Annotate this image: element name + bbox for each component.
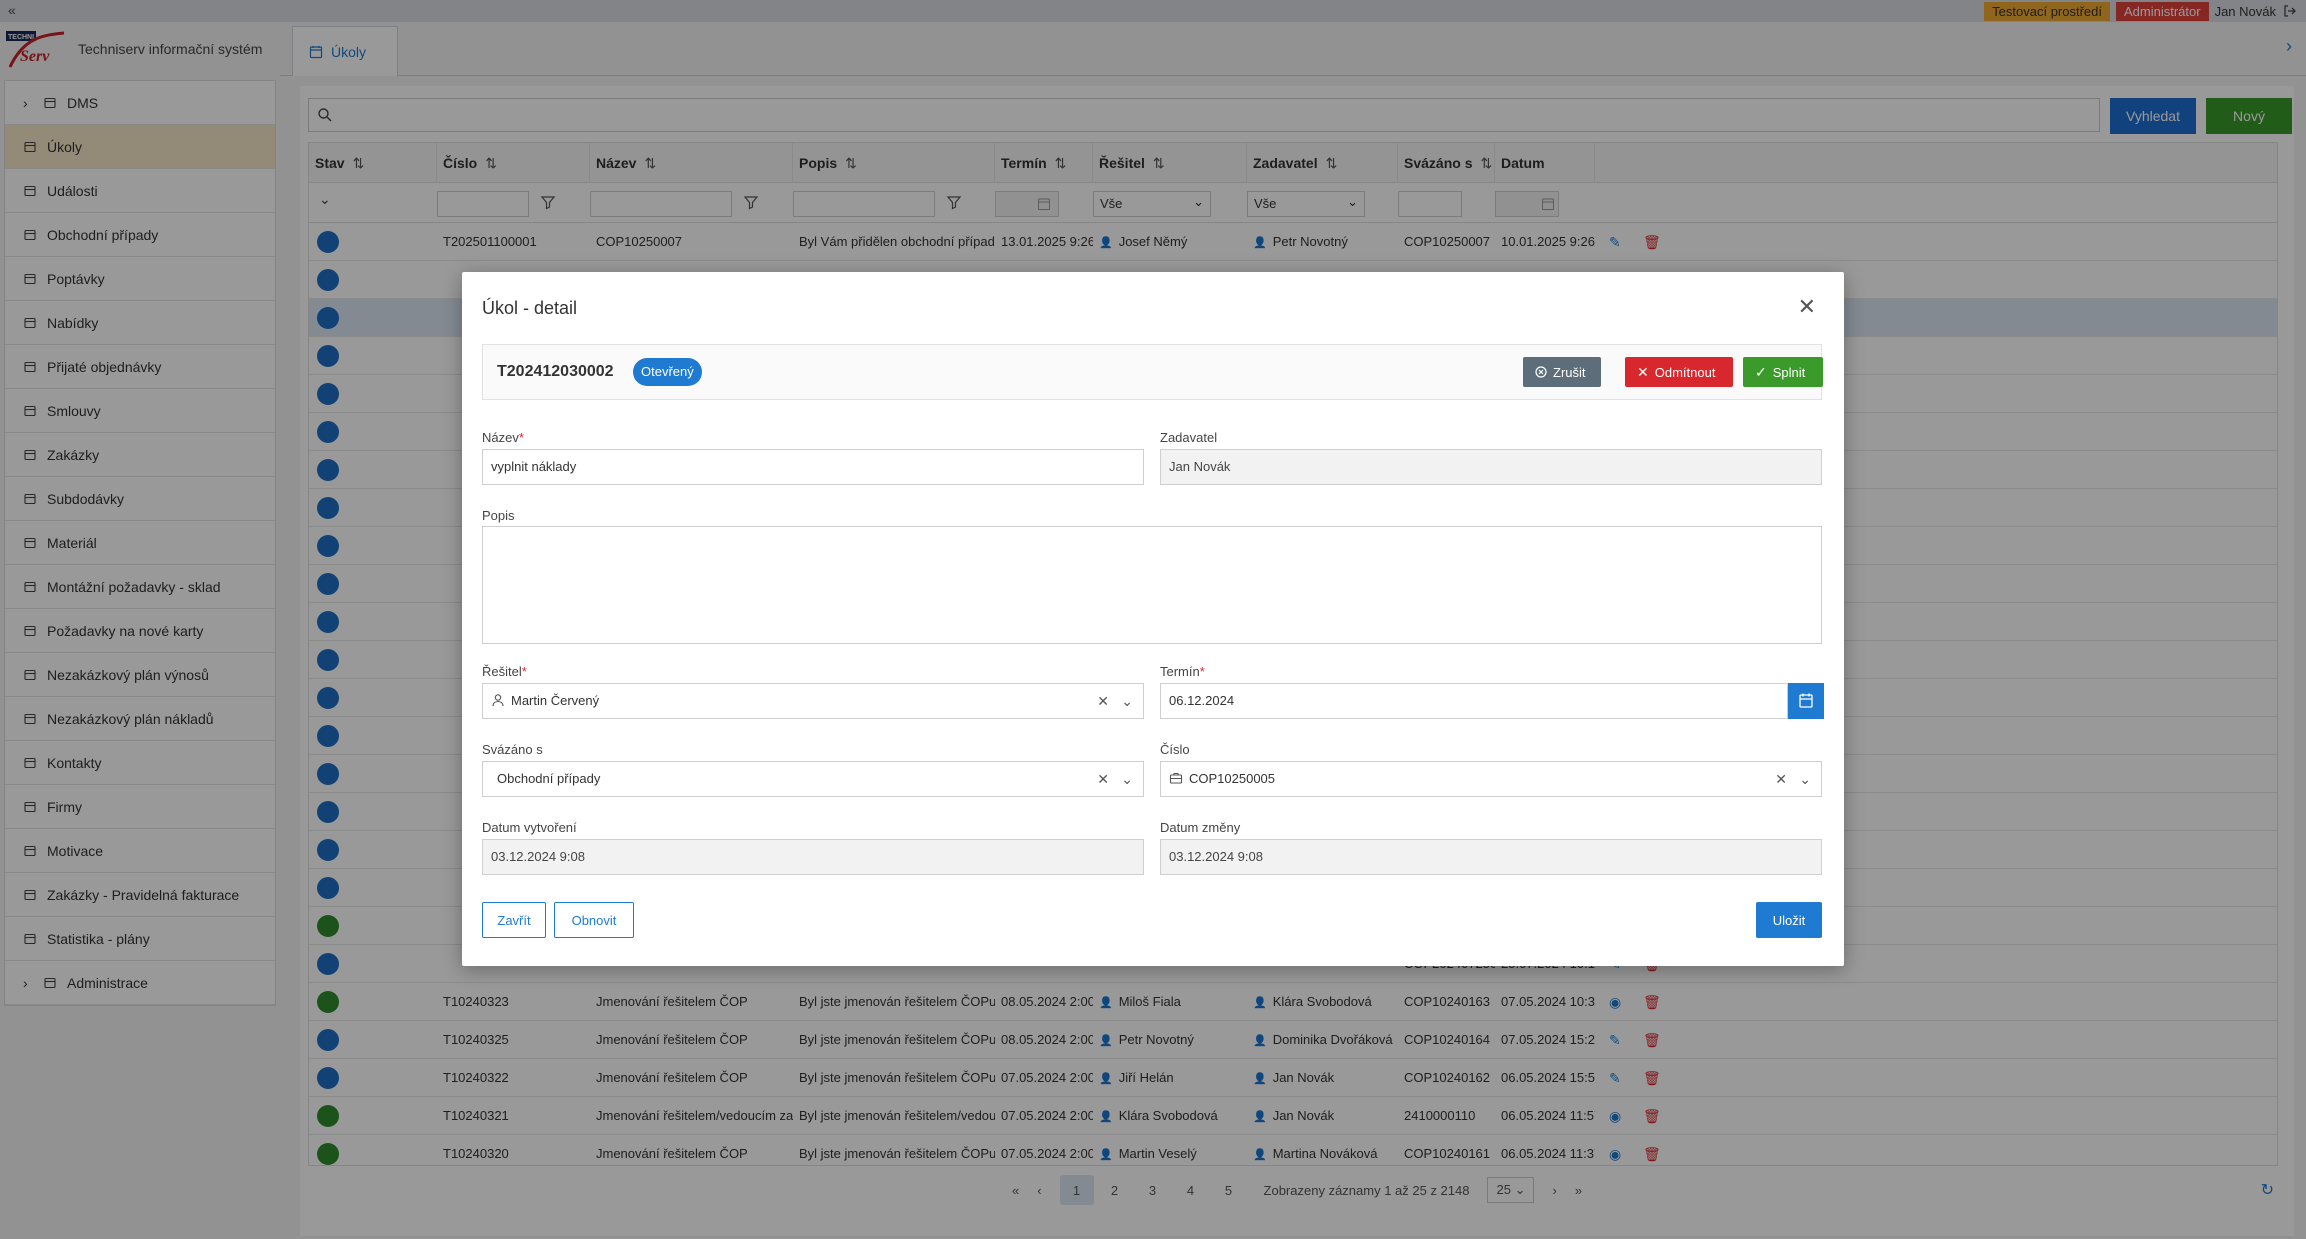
datum-vytvoreni-field: 03.12.2024 9:08 [482, 839, 1144, 875]
resitel-label-text: Řešitel [482, 664, 522, 679]
ticket-id: T202412030002 [497, 363, 614, 380]
user-icon [492, 694, 504, 707]
zadavatel-field: Jan Novák [1160, 449, 1822, 485]
svazano-label: Svázáno s [482, 742, 543, 757]
chevron-down-icon[interactable]: ⌄ [1121, 762, 1133, 796]
complete-task-button[interactable]: ✓ Splnit [1743, 357, 1823, 387]
chevron-down-icon[interactable]: ⌄ [1799, 762, 1811, 796]
required-marker: * [521, 664, 527, 679]
datum-zmeny-label: Datum změny [1160, 820, 1241, 835]
required-marker: * [1199, 664, 1205, 679]
cancel-circle-icon [1535, 366, 1547, 378]
clear-icon[interactable]: ✕ [1097, 684, 1109, 718]
popis-textarea[interactable] [482, 526, 1822, 644]
termin-label: Termín* [1160, 664, 1205, 679]
resitel-label: Řešitel* [482, 664, 527, 679]
clear-icon[interactable]: ✕ [1775, 762, 1787, 796]
clear-icon[interactable]: ✕ [1097, 762, 1109, 796]
cislo-label: Číslo [1160, 742, 1190, 757]
resitel-select[interactable]: Martin Červený ✕ ⌄ [482, 683, 1144, 719]
calendar-icon [1799, 693, 1813, 708]
required-marker: * [518, 430, 524, 445]
zadavatel-label: Zadavatel [1160, 430, 1218, 445]
task-detail-modal: Úkol - detail ✕ T202412030002 Otevřený Z… [462, 272, 1844, 966]
svazano-value: Obchodní případy [497, 771, 601, 786]
termin-input[interactable]: 06.12.2024 [1160, 683, 1788, 719]
close-icon[interactable]: ✕ [1798, 296, 1816, 318]
app-window: « Testovací prostředí Administrátor Jan … [0, 0, 2306, 1239]
chevron-down-icon[interactable]: ⌄ [1121, 684, 1133, 718]
save-button[interactable]: Uložit [1756, 902, 1822, 938]
close-button[interactable]: Zavřít [482, 902, 546, 938]
cancel-task-button[interactable]: Zrušit [1523, 357, 1601, 387]
reject-task-label: Odmítnout [1654, 364, 1716, 380]
calendar-button[interactable] [1788, 683, 1824, 719]
status-badge: Otevřený [633, 358, 702, 386]
nazev-label: Název* [482, 430, 524, 445]
close-icon: ✕ [1637, 363, 1649, 380]
nazev-input[interactable]: vyplnit náklady [482, 449, 1144, 485]
modal-title: Úkol - detail [482, 298, 578, 318]
cislo-select[interactable]: COP10250005 ✕ ⌄ [1160, 761, 1822, 797]
check-icon: ✓ [1755, 363, 1767, 380]
termin-label-text: Termín [1160, 664, 1200, 679]
complete-task-label: Splnit [1772, 364, 1806, 380]
resitel-value: Martin Červený [511, 693, 600, 708]
refresh-button[interactable]: Obnovit [554, 902, 634, 938]
svazano-select[interactable]: Obchodní případy ✕ ⌄ [482, 761, 1144, 797]
popis-label: Popis [482, 508, 515, 523]
cancel-task-label: Zrušit [1553, 364, 1586, 380]
reject-task-button[interactable]: ✕ Odmítnout [1625, 357, 1733, 387]
briefcase-icon [1169, 772, 1183, 784]
ticket-bar: T202412030002 Otevřený Zrušit ✕ Odmítnou… [482, 344, 1823, 400]
nazev-label-text: Název [482, 430, 519, 445]
cislo-value: COP10250005 [1189, 771, 1276, 786]
datum-zmeny-field: 03.12.2024 9:08 [1160, 839, 1822, 875]
datum-vytvoreni-label: Datum vytvoření [482, 820, 577, 835]
